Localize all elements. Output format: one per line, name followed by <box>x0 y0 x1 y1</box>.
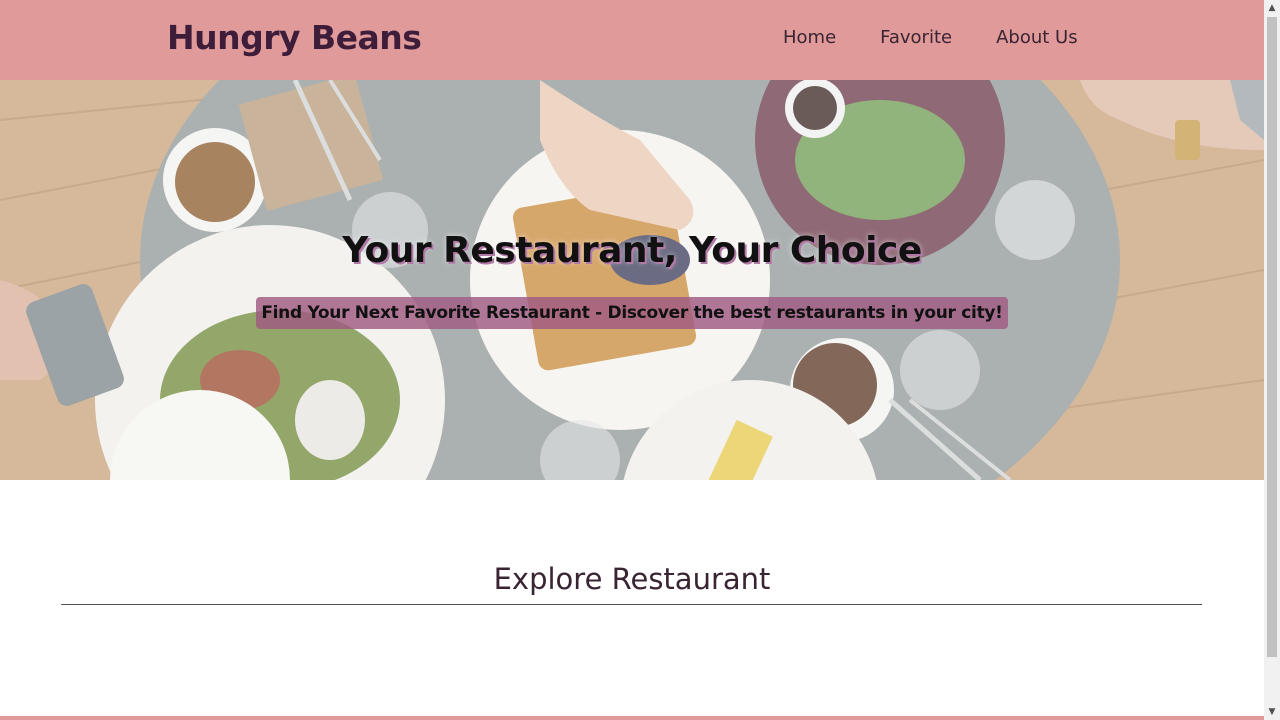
main-nav: Home Favorite About Us <box>783 27 1078 48</box>
hero-overlay <box>0 80 1264 480</box>
hero-subtitle-wrap: Find Your Next Favorite Restaurant - Dis… <box>0 297 1264 329</box>
explore-section-title: Explore Restaurant <box>493 562 771 596</box>
nav-favorite-link[interactable]: Favorite <box>880 27 952 48</box>
bottom-accent-bar <box>0 716 1264 720</box>
scroll-down-arrow-icon[interactable]: ▼ <box>1264 704 1280 720</box>
explore-divider <box>61 604 1202 605</box>
nav-about-us-link[interactable]: About Us <box>996 27 1078 48</box>
brand-logo[interactable]: Hungry Beans <box>167 18 422 57</box>
page: Hungry Beans Home Favorite About Us Your… <box>0 0 1264 720</box>
scroll-up-arrow-icon[interactable]: ▲ <box>1264 0 1280 16</box>
hero-title: Your Restaurant, Your Choice <box>342 230 922 271</box>
app-header: Hungry Beans Home Favorite About Us <box>0 0 1264 80</box>
nav-home-link[interactable]: Home <box>783 27 836 48</box>
scrollbar-thumb[interactable] <box>1267 17 1277 657</box>
hero-section: Your Restaurant, Your Choice Find Your N… <box>0 80 1264 480</box>
hero-subtitle: Find Your Next Favorite Restaurant - Dis… <box>256 297 1008 329</box>
vertical-scrollbar[interactable]: ▲ ▼ <box>1264 0 1280 720</box>
